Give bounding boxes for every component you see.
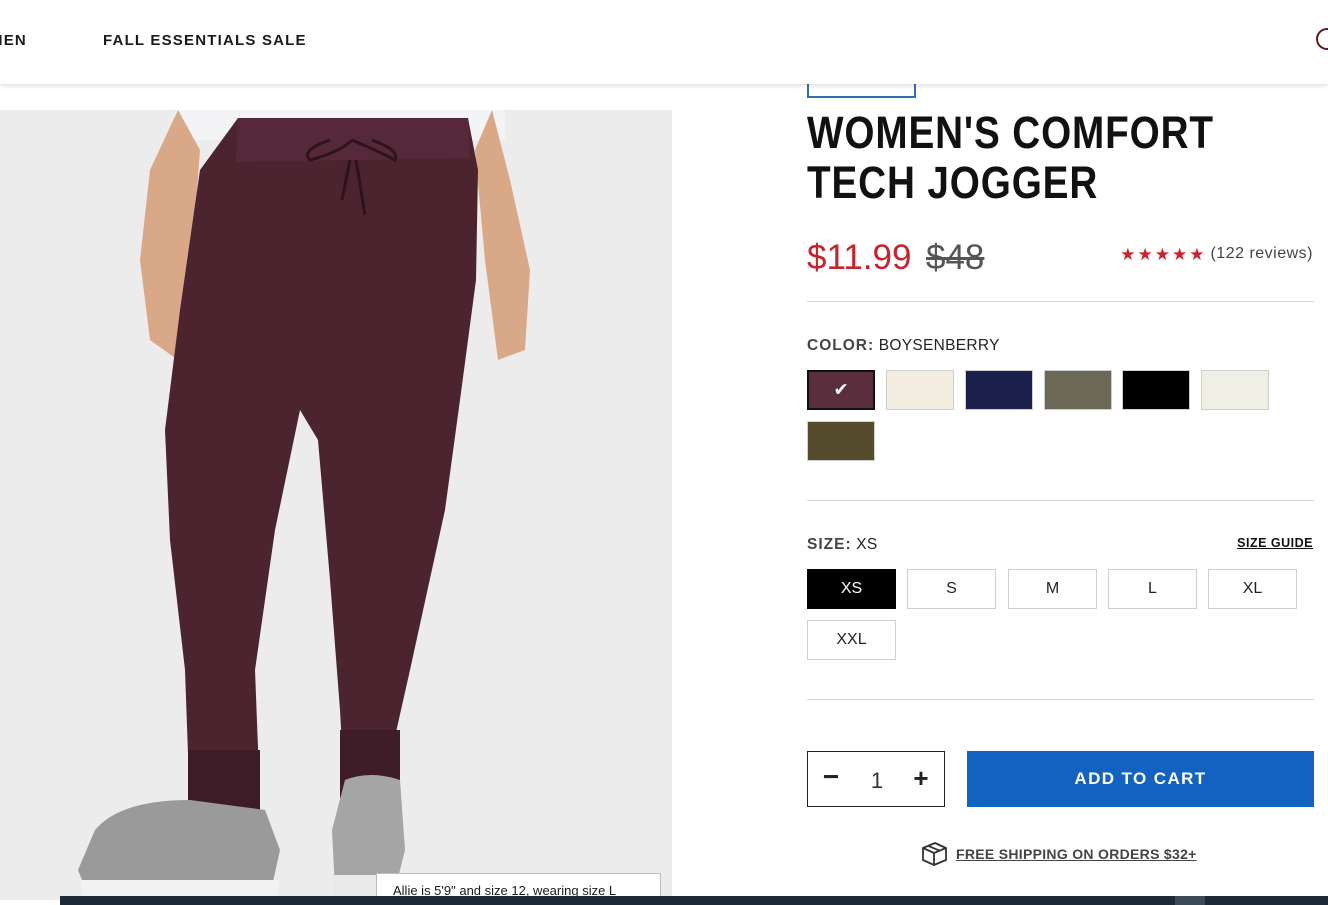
color-label: COLOR: <box>807 337 875 354</box>
nav-link-fall-essentials-sale[interactable]: FALL ESSENTIALS SALE <box>103 32 307 49</box>
jogger-photo-illustration <box>78 110 530 900</box>
color-swatch-dark-olive[interactable] <box>807 421 875 461</box>
product-title: WOMEN'S COMFORT TECH JOGGER <box>807 107 1214 208</box>
size-label-row: SIZE: XS <box>807 536 878 554</box>
sale-price: $11.99 <box>807 238 912 277</box>
selected-color-name: BOYSENBERRY <box>878 337 1000 354</box>
free-shipping-text[interactable]: FREE SHIPPING ON ORDERS $32+ <box>956 846 1197 862</box>
bottom-banner-edge <box>60 896 1328 905</box>
nav-link-men[interactable]: MEN <box>0 32 27 49</box>
add-to-cart-button[interactable]: ADD TO CART <box>967 751 1314 807</box>
quantity-stepper: − 1 + <box>807 751 945 807</box>
site-header: MEN FALL ESSENTIALS SALE <box>0 0 1328 84</box>
selected-size: XS <box>856 536 878 553</box>
original-price: $48 <box>926 238 985 277</box>
free-shipping-link[interactable]: FREE SHIPPING ON ORDERS $32+ <box>920 841 1197 867</box>
color-swatch-navy[interactable] <box>965 370 1033 410</box>
color-swatch-black[interactable] <box>1122 370 1190 410</box>
star-icon: ★ <box>1154 244 1170 264</box>
size-option-l[interactable]: L <box>1108 569 1197 609</box>
increase-quantity-button[interactable]: + <box>910 763 932 795</box>
product-image[interactable] <box>0 110 672 900</box>
size-option-xl[interactable]: XL <box>1208 569 1297 609</box>
package-icon <box>922 842 947 866</box>
star-icon: ★ <box>1189 244 1205 264</box>
rating[interactable]: ★ ★ ★ ★ ★ (122 reviews) <box>1120 245 1313 263</box>
bottom-banner-segment <box>1175 896 1205 905</box>
color-swatch-cream[interactable] <box>886 370 954 410</box>
review-count[interactable]: (122 reviews) <box>1210 245 1313 263</box>
star-icon: ★ <box>1120 244 1136 264</box>
color-swatch-olive-gray[interactable] <box>1044 370 1112 410</box>
divider <box>807 699 1314 700</box>
color-swatch-off-white[interactable] <box>1201 370 1269 410</box>
size-option-xs[interactable]: XS <box>807 569 896 609</box>
quantity-value[interactable]: 1 <box>862 768 892 794</box>
divider <box>807 301 1314 302</box>
size-guide-link[interactable]: SIZE GUIDE <box>1237 536 1313 550</box>
check-icon: ✔ <box>833 379 849 400</box>
divider <box>807 500 1314 501</box>
star-icon: ★ <box>1171 244 1188 264</box>
size-option-m[interactable]: M <box>1008 569 1097 609</box>
star-icon: ★ <box>1137 244 1153 264</box>
size-option-xxl[interactable]: XXL <box>807 620 896 660</box>
color-swatch-boysenberry[interactable]: ✔ <box>807 370 875 410</box>
search-icon[interactable] <box>1316 28 1328 50</box>
color-label-row: COLOR: BOYSENBERRY <box>807 337 1000 355</box>
size-label: SIZE: <box>807 536 852 553</box>
decrease-quantity-button[interactable]: − <box>820 763 842 795</box>
size-option-s[interactable]: S <box>907 569 996 609</box>
